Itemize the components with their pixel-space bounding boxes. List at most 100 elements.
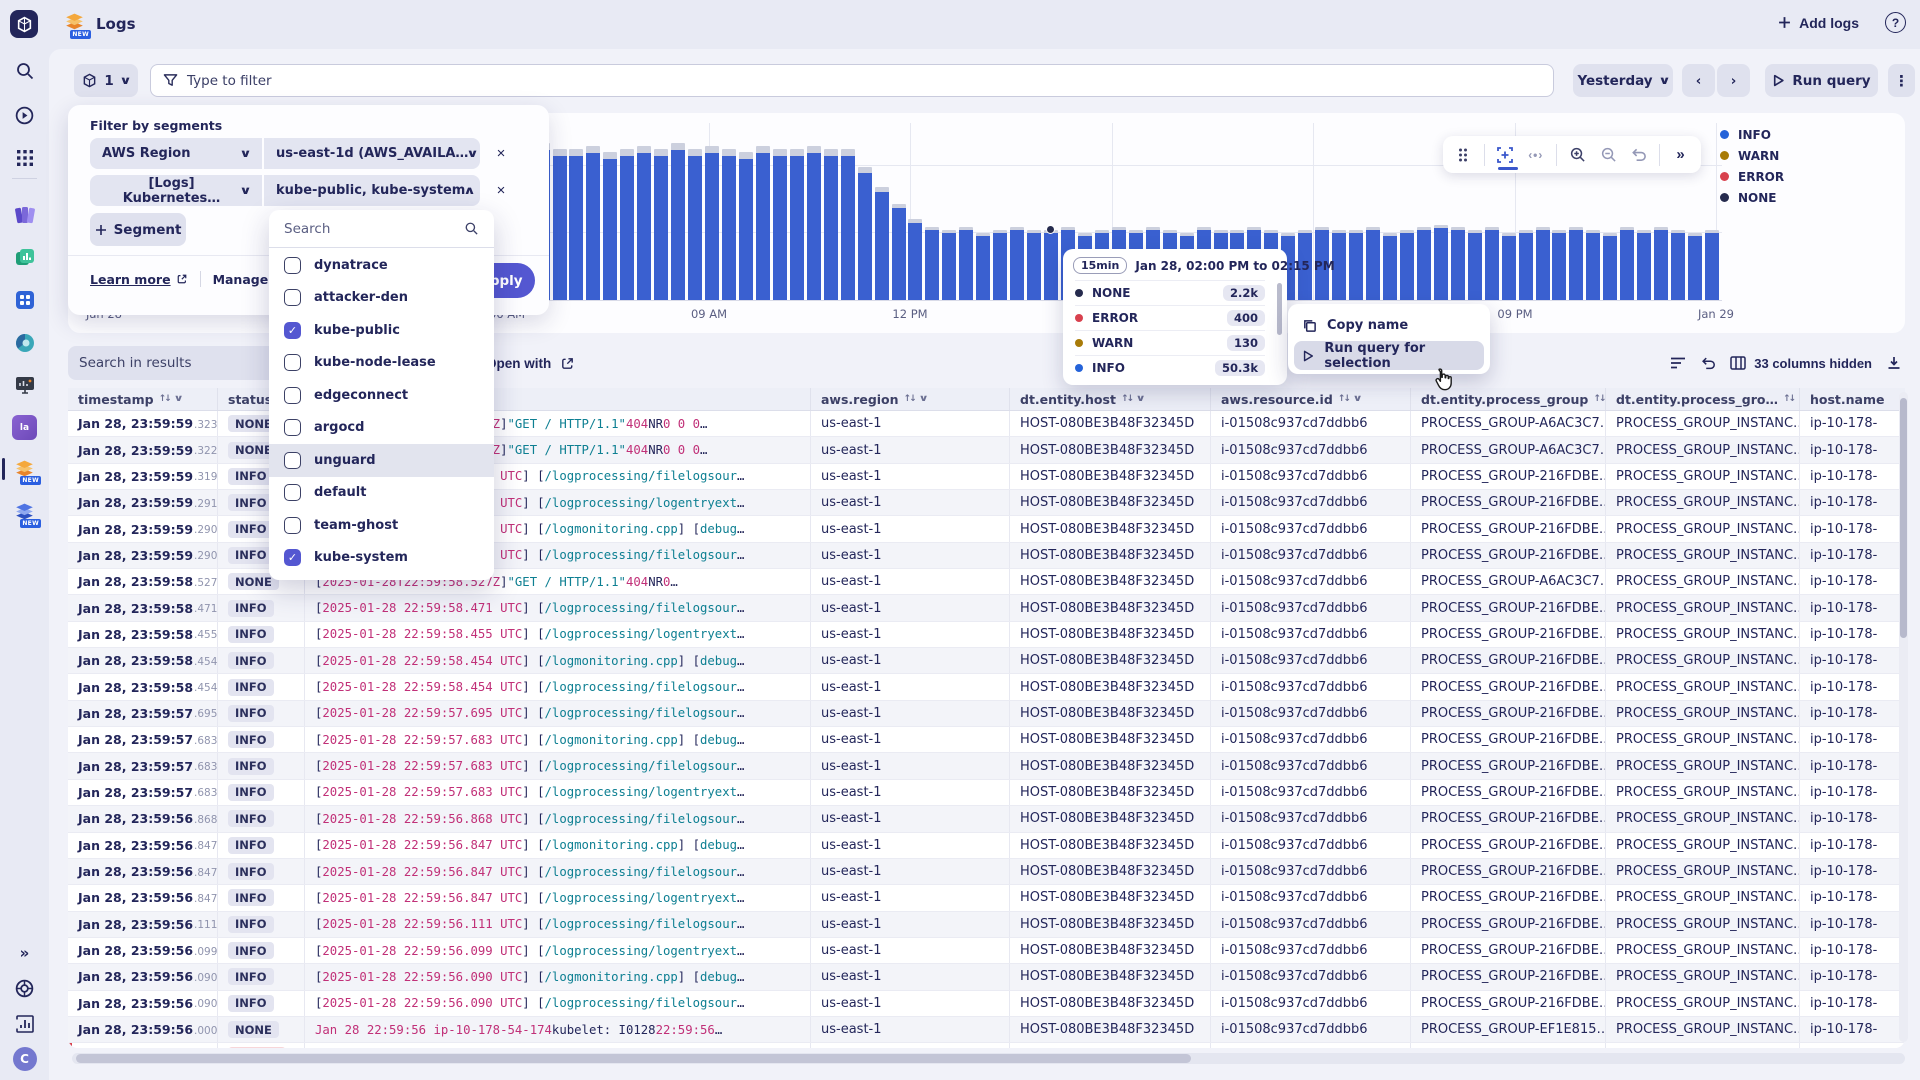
open-with-button[interactable]: Open with — [486, 350, 575, 376]
user-avatar[interactable]: C — [11, 1045, 38, 1072]
segment-option-unguard[interactable]: unguard — [269, 444, 494, 477]
dropdown-search-input[interactable]: Search — [269, 210, 494, 248]
chevron-down-icon[interactable]: ∨ — [1352, 394, 1362, 404]
dynatrace-logo-icon[interactable] — [10, 10, 38, 38]
histogram-bar[interactable] — [892, 204, 906, 300]
sidebar-app-analytics[interactable] — [11, 244, 38, 271]
checkbox[interactable] — [284, 517, 301, 534]
query-filter-input[interactable]: Type to filter — [150, 64, 1554, 97]
table-row[interactable]: Jan 28, 23:59:58.454INFO[2025-01-28 22:5… — [68, 674, 1905, 700]
chevron-down-icon[interactable]: ∨ — [173, 394, 183, 404]
checkbox-checked[interactable]: ✓ — [284, 322, 301, 339]
histogram-bar[interactable] — [1044, 230, 1058, 300]
sidebar-app-dashboards[interactable] — [11, 371, 38, 398]
checkbox[interactable] — [284, 419, 301, 436]
download-button[interactable] — [1886, 355, 1902, 371]
histogram-bar[interactable] — [1349, 230, 1363, 300]
histogram-bar[interactable] — [1654, 227, 1668, 300]
time-range-selector[interactable]: Yesterday ∨ — [1573, 64, 1673, 97]
zoom-in-button[interactable] — [1567, 140, 1588, 170]
table-row[interactable]: Jan 28, 23:59:56.000NONEJan 28 22:59:56 … — [68, 1017, 1905, 1043]
legend-item[interactable]: ERROR — [1720, 166, 1784, 187]
add-logs-button[interactable]: Add logs — [1778, 15, 1859, 31]
histogram-bar[interactable] — [1366, 227, 1380, 300]
table-row[interactable]: Jan 28, 23:59:58.455INFO[2025-01-28 22:5… — [68, 622, 1905, 648]
sidebar-app-clouds[interactable]: NEW — [11, 499, 38, 526]
histogram-bar[interactable] — [654, 149, 668, 300]
histogram-bar[interactable] — [976, 233, 990, 300]
histogram-bar[interactable] — [1417, 227, 1431, 300]
sort-icon[interactable]: ↑↓ — [904, 394, 915, 404]
sort-icon[interactable]: ↑↓ — [1338, 394, 1349, 404]
zoom-selection-tool-active[interactable] — [1495, 140, 1516, 170]
segment-option-kube-system[interactable]: ✓kube-system — [269, 542, 494, 575]
histogram-bar[interactable] — [1569, 227, 1583, 300]
histogram-bar[interactable] — [1536, 227, 1550, 300]
table-row[interactable]: Jan 28, 23:59:57.683INFO[2025-01-28 22:5… — [68, 753, 1905, 779]
add-segment-button[interactable]: Segment — [90, 213, 186, 246]
pan-tool[interactable]: ‹•› — [1525, 140, 1546, 170]
table-row[interactable]: Jan 28, 23:59:56.090INFO[2025-01-28 22:5… — [68, 964, 1905, 990]
chevron-down-icon[interactable]: ∨ — [1136, 394, 1146, 404]
histogram-bar[interactable] — [1705, 230, 1719, 300]
automations-sidebar-button[interactable] — [11, 102, 38, 129]
segment-option-edgeconnect[interactable]: edgeconnect — [269, 379, 494, 412]
sidebar-app-services[interactable] — [11, 329, 38, 356]
column-header-dt.entity.processgro[interactable]: dt.entity.process_gro…↑↓∨ — [1606, 388, 1800, 410]
histogram-bar[interactable] — [671, 143, 685, 300]
context-menu-copy-name[interactable]: Copy name — [1294, 311, 1484, 340]
legend-item[interactable]: NONE — [1720, 187, 1784, 208]
sidebar-app-launcher[interactable]: la — [11, 414, 38, 441]
segment-option-kube-node-lease[interactable]: kube-node-lease — [269, 347, 494, 380]
histogram-bar[interactable] — [586, 146, 600, 300]
histogram-bar[interactable] — [790, 149, 804, 300]
horizontal-scrollbar-thumb[interactable] — [76, 1054, 1191, 1063]
checkbox[interactable] — [284, 387, 301, 404]
segment-option-team-ghost[interactable]: team-ghost — [269, 509, 494, 542]
remove-segment-button[interactable]: × — [486, 138, 516, 169]
histogram-bar[interactable] — [1010, 227, 1024, 300]
checkbox[interactable] — [284, 484, 301, 501]
help-button[interactable]: ? — [1885, 12, 1906, 33]
histogram-bar[interactable] — [773, 149, 787, 300]
table-row[interactable]: Jan 28, 23:59:56.847INFO[2025-01-28 22:5… — [68, 885, 1905, 911]
legend-item[interactable]: INFO — [1720, 124, 1784, 145]
histogram-bar[interactable] — [824, 149, 838, 300]
histogram-bar[interactable] — [959, 227, 973, 300]
histogram-bar[interactable] — [1552, 230, 1566, 300]
segment-option-attacker-den[interactable]: attacker-den — [269, 282, 494, 315]
table-row[interactable]: Jan 28, 23:59:56.847INFO[2025-01-28 22:5… — [68, 833, 1905, 859]
histogram-bar[interactable] — [722, 149, 736, 300]
checkbox[interactable] — [284, 452, 301, 469]
columns-hidden-button[interactable]: 33 columns hidden — [1730, 356, 1872, 371]
histogram-bar[interactable] — [1451, 227, 1465, 300]
table-row[interactable]: Jan 28, 23:59:56.090INFO[2025-01-28 22:5… — [68, 991, 1905, 1017]
histogram-bar[interactable] — [1400, 230, 1414, 300]
legend-item[interactable]: WARN — [1720, 145, 1784, 166]
undo-zoom-button[interactable] — [1629, 140, 1650, 170]
zoom-out-button[interactable] — [1598, 140, 1619, 170]
histogram-bar[interactable] — [1468, 230, 1482, 300]
segment-name-dropdown[interactable]: AWS Region∨ — [90, 138, 262, 169]
histogram-bar[interactable] — [993, 230, 1007, 300]
table-row[interactable]: Jan 28, 23:59:57.683INFO[2025-01-28 22:5… — [68, 727, 1905, 753]
table-row[interactable]: Jan 28, 23:59:56.111INFO[2025-01-28 22:5… — [68, 912, 1905, 938]
histogram-bar[interactable] — [603, 152, 617, 300]
sort-icon[interactable]: ↑↓ — [1121, 394, 1132, 404]
histogram-bar[interactable] — [875, 187, 889, 300]
tooltip-scrollbar-thumb[interactable] — [1277, 283, 1282, 335]
run-query-button[interactable]: Run query — [1765, 64, 1878, 97]
segment-option-kube-public[interactable]: ✓kube-public — [269, 314, 494, 347]
histogram-bar[interactable] — [1027, 230, 1041, 300]
drag-handle[interactable] — [1453, 140, 1474, 170]
table-row[interactable]: Jan 28, 23:59:56.868INFO[2025-01-28 22:5… — [68, 806, 1905, 832]
histogram-bar[interactable] — [1519, 230, 1533, 300]
histogram-bar[interactable] — [925, 227, 939, 300]
histogram-bar[interactable] — [1671, 230, 1685, 300]
segment-name-dropdown[interactable]: [Logs] Kubernetes…∨ — [90, 175, 262, 206]
remove-segment-button[interactable]: × — [486, 175, 516, 206]
histogram-bar[interactable] — [1485, 227, 1499, 300]
horizontal-scrollbar[interactable] — [72, 1053, 1905, 1064]
reset-columns-button[interactable] — [1700, 355, 1716, 371]
column-header-host.name[interactable]: host.name — [1800, 388, 1905, 410]
